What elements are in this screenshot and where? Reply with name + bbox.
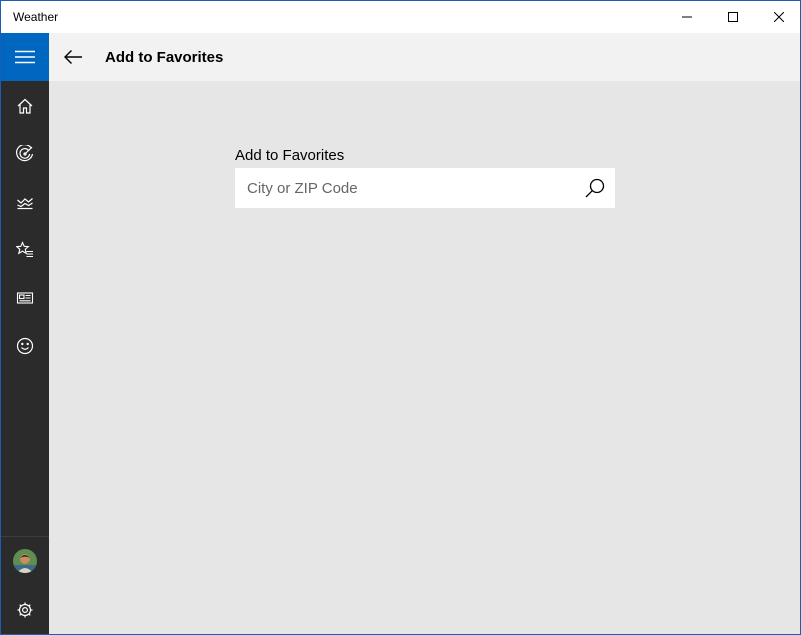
city-search-box	[235, 168, 615, 208]
maximize-button[interactable]	[710, 1, 756, 33]
sidebar-item-feedback[interactable]	[1, 322, 49, 370]
feedback-smiley-icon	[16, 337, 34, 355]
add-favorites-label: Add to Favorites	[235, 147, 345, 164]
sidebar-item-forecast[interactable]	[1, 82, 49, 130]
user-avatar[interactable]	[13, 549, 37, 573]
page-title: Add to Favorites	[105, 49, 224, 66]
page-header: Add to Favorites	[49, 33, 800, 81]
hamburger-menu-icon	[15, 50, 35, 64]
title-bar[interactable]: Weather	[1, 1, 800, 33]
city-search-input[interactable]	[235, 168, 575, 208]
close-icon	[774, 12, 784, 22]
minimize-icon	[682, 16, 692, 18]
sidebar-divider	[1, 536, 49, 537]
close-button[interactable]	[756, 1, 800, 33]
favorites-icon	[16, 241, 33, 258]
sidebar-item-historical-weather[interactable]	[1, 178, 49, 226]
news-icon	[16, 292, 34, 304]
hamburger-menu-button[interactable]	[1, 33, 49, 81]
search-button[interactable]	[575, 168, 615, 208]
sidebar-item-maps[interactable]	[1, 130, 49, 178]
sidebar-item-news[interactable]	[1, 274, 49, 322]
settings-button[interactable]	[1, 586, 49, 634]
back-button[interactable]	[49, 33, 97, 81]
maximize-icon	[728, 12, 738, 22]
historical-weather-icon	[17, 198, 33, 210]
minimize-button[interactable]	[664, 1, 710, 33]
radar-icon	[16, 145, 34, 162]
navigation-sidebar	[1, 33, 49, 634]
sidebar-item-places[interactable]	[1, 226, 49, 274]
back-arrow-icon	[64, 50, 82, 64]
weather-app-window: Weather Add to Favorites Add to Favorite…	[0, 0, 801, 635]
settings-gear-icon	[17, 602, 33, 618]
window-title: Weather	[13, 10, 59, 24]
home-icon	[17, 98, 33, 114]
search-icon	[585, 178, 605, 198]
